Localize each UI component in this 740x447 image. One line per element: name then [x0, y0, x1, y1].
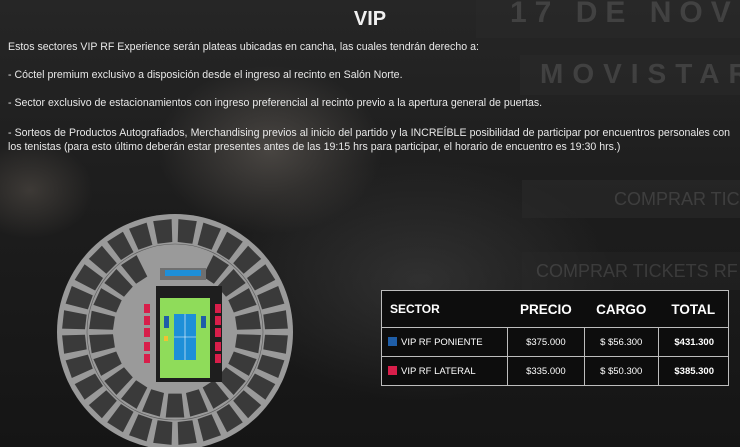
- header-total: TOTAL: [671, 301, 716, 317]
- header-sector: SECTOR: [390, 302, 440, 316]
- total-cell: $385.300: [657, 356, 730, 386]
- header-cargo: CARGO: [596, 301, 647, 317]
- table-row: VIP RF LATERAL $335.000 $ $50.300 $385.3…: [380, 356, 730, 386]
- cargo-cell: $ $50.300: [583, 356, 659, 386]
- seating-block: [165, 393, 185, 418]
- cargo-cell: $ $56.300: [583, 327, 659, 357]
- benefit-item: - Cóctel premium exclusivo a disposición…: [8, 69, 403, 81]
- sector-label: VIP RF LATERAL: [401, 365, 476, 377]
- table-row: VIP RF PONIENTE $375.000 $ $56.300 $431.…: [380, 327, 730, 357]
- stage-blue: [165, 270, 201, 276]
- buy-tickets-button-bg-2-label: COMPRAR TICKETS RF: [536, 261, 738, 281]
- vip-poniente-section: [164, 316, 169, 328]
- vip-poniente-section: [201, 316, 206, 328]
- price-table: SECTOR PRECIO CARGO TOTAL VIP RF PONIENT…: [380, 290, 730, 386]
- total-cell: $431.300: [657, 327, 730, 357]
- header-precio: PRECIO: [520, 301, 572, 317]
- color-swatch: [388, 365, 397, 375]
- sector-cell: VIP RF PONIENTE: [380, 327, 509, 357]
- precio-cell: $335.000: [507, 356, 585, 386]
- stadium-seating-map: [57, 214, 293, 447]
- intro-text: Estos sectores VIP RF Experience serán p…: [8, 41, 479, 53]
- color-swatch: [388, 336, 397, 346]
- price-table-header: SECTOR PRECIO CARGO TOTAL: [382, 291, 729, 328]
- benefit-item: - Sector exclusivo de estacionamientos c…: [8, 97, 543, 109]
- sector-label: VIP RF PONIENTE: [401, 336, 483, 348]
- precio-cell: $375.000: [507, 327, 585, 357]
- page-title: VIP: [353, 8, 387, 30]
- sector-cell: VIP RF LATERAL: [380, 356, 509, 386]
- buy-tickets-button-bg-1-label: COMPRAR TIC: [614, 189, 740, 209]
- benefit-item: - Sorteos de Productos Autografiados, Me…: [8, 127, 730, 153]
